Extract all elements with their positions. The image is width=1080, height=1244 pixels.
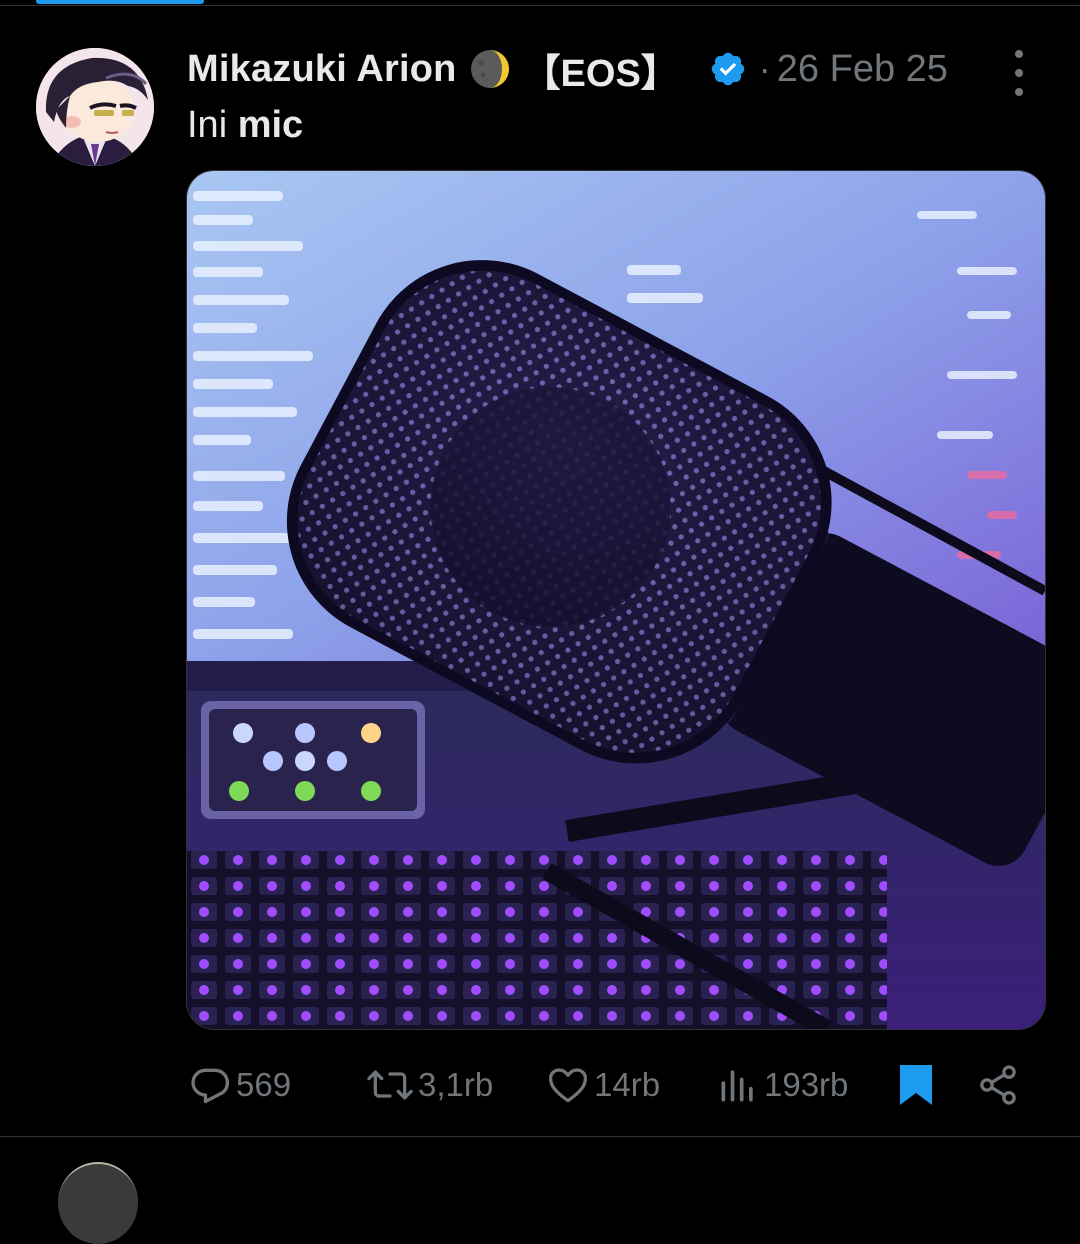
tweet-text: Ini mic bbox=[187, 104, 303, 147]
more-vertical-icon[interactable] bbox=[1004, 50, 1034, 96]
reply-count: 569 bbox=[236, 1066, 292, 1103]
repost-count: 3,1rb bbox=[418, 1066, 494, 1103]
tweet-text-plain: Ini bbox=[187, 104, 238, 146]
tweet-media-photo[interactable] bbox=[186, 170, 1046, 1030]
views-chart-icon bbox=[716, 1063, 760, 1107]
tweet-text-bold: mic bbox=[237, 104, 304, 146]
separator-dot: · bbox=[758, 48, 771, 89]
active-tab-underline bbox=[36, 0, 204, 4]
author-name[interactable]: Mikazuki Arion bbox=[187, 48, 457, 91]
author-tag: 【EOS】 bbox=[522, 52, 679, 95]
reply-icon bbox=[188, 1063, 232, 1107]
verified-badge-icon[interactable] bbox=[709, 50, 747, 88]
bookmark-filled-icon bbox=[898, 1063, 934, 1107]
share-button[interactable] bbox=[976, 1061, 1020, 1109]
repost-icon bbox=[366, 1063, 414, 1107]
crescent-moon-icon bbox=[469, 48, 511, 90]
like-count: 14rb bbox=[594, 1066, 661, 1103]
views-count: 193rb bbox=[764, 1066, 849, 1103]
like-button[interactable]: 14rb bbox=[546, 1061, 660, 1109]
post-date[interactable]: 26 Feb 25 bbox=[777, 48, 948, 91]
heart-icon bbox=[546, 1063, 590, 1107]
tweet-actions: 569 3,1rb 14rb 193rb bbox=[186, 1061, 1046, 1109]
reply-button[interactable]: 569 bbox=[188, 1061, 291, 1109]
next-tweet-avatar[interactable] bbox=[58, 1162, 138, 1244]
repost-button[interactable]: 3,1rb bbox=[366, 1061, 493, 1109]
share-icon bbox=[976, 1063, 1020, 1107]
tweet-divider bbox=[0, 1136, 1080, 1137]
tweet[interactable]: Mikazuki Arion 【EOS】 · 26 Feb 25 Ini mic bbox=[0, 6, 1080, 1136]
author-avatar[interactable] bbox=[36, 48, 154, 166]
views-button[interactable]: 193rb bbox=[716, 1061, 848, 1109]
tweet-header: Mikazuki Arion 【EOS】 · 26 Feb 25 bbox=[187, 44, 948, 95]
bookmark-button[interactable] bbox=[898, 1061, 934, 1109]
